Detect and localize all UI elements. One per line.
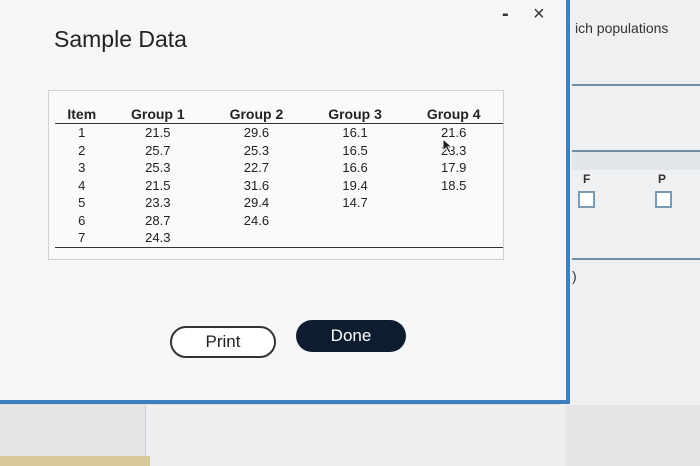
table-cell: 25.7 [145,142,171,158]
table-cell: 1 [78,125,86,141]
table-cell: 16.6 [342,160,368,176]
table-cell: 29.6 [243,125,270,141]
close-button[interactable]: × [533,4,545,24]
done-button[interactable]: Done [296,320,406,352]
table-cell: 28.7 [145,212,171,228]
table-cell: 2 [78,142,86,158]
table-cell [305,229,405,248]
header-group-2: Group 2 [207,105,306,124]
table-cell: 25.3 [243,142,270,158]
table-cell [404,229,503,248]
table-cell: 21.5 [145,125,171,141]
table-cell: 7 [55,229,109,248]
table-cell [306,212,405,230]
background-cell [145,405,566,466]
table-row: 5 23.3 29.4 14.7 [55,194,503,212]
background-divider [572,258,700,260]
background-page [560,0,700,466]
data-table-panel: Item Group 1 Group 2 Group 3 Group 4 1 2… [48,90,504,260]
table-row: 2 25.7 25.3 16.5 23.3 [55,142,503,160]
table-cell: 16.5 [342,142,368,158]
header-group-1: Group 1 [108,105,208,124]
mouse-pointer-icon [442,138,454,154]
background-title: ich populations [575,20,669,36]
minimize-button[interactable]: - [502,4,509,24]
table-cell: 22.7 [243,160,270,176]
dialog-title: Sample Data [54,26,187,52]
table-cell: 5 [78,195,86,211]
table-cell: 14.7 [342,195,368,211]
column-p-header: P [658,172,667,186]
table-cell: 21.5 [145,177,171,193]
table-cell [404,194,503,212]
table-row: 7 24.3 [55,229,503,248]
f-input-box[interactable] [578,191,595,208]
header-group-4: Group 4 [404,105,503,124]
table-row: 6 28.7 24.6 [55,212,503,230]
table-cell: 18.5 [441,177,467,193]
table-cell: 31.6 [243,177,270,193]
table-cell: 4 [78,177,86,193]
header-group-3: Group 3 [305,105,405,124]
table-header-row: Item Group 1 Group 2 Group 3 Group 4 [55,105,503,124]
table-cell: 17.9 [441,160,467,176]
table-cell: 23.3 [145,195,171,211]
data-table: Item Group 1 Group 2 Group 3 Group 4 1 2… [55,105,503,248]
table-row: 4 21.5 31.6 19.4 18.5 [55,177,503,195]
sample-data-dialog: Sample Data - × Item Group 1 Group 2 Gro… [0,0,570,404]
table-cell: 3 [78,160,86,176]
table-cell: 6 [78,212,86,228]
table-cell: 24.6 [243,212,270,228]
print-button[interactable]: Print [170,326,276,358]
table-cell [207,229,306,248]
column-f-header: F [583,172,591,186]
header-item: Item [55,105,109,124]
table-cell: 25.3 [145,160,171,176]
table-row: 1 21.5 29.6 16.1 21.6 [55,124,503,142]
table-row: 3 25.3 22.7 16.6 17.9 [55,159,503,177]
table-cell: 19.4 [342,177,368,193]
background-band [572,152,700,170]
background-paren: ) [572,268,577,284]
table-cell [404,212,503,230]
table-cell: 29.4 [243,195,270,211]
background-strip [0,456,150,466]
p-input-box[interactable] [655,191,672,208]
table-cell: 24.3 [108,229,208,248]
table-cell: 16.1 [342,125,368,141]
background-divider [572,84,700,86]
